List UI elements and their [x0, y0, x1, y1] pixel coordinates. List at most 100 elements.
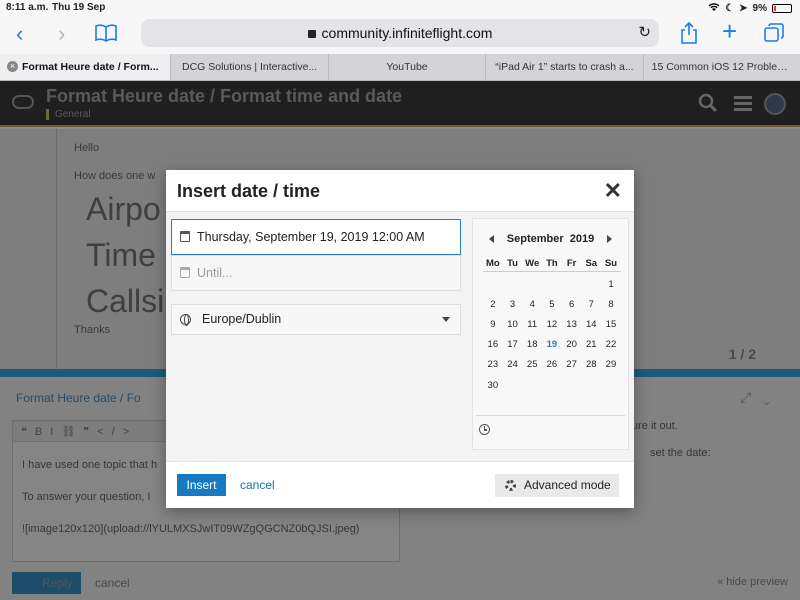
bold-icon[interactable]: B	[35, 426, 50, 438]
forward-icon[interactable]: ›	[58, 22, 65, 46]
calendar-icon	[180, 267, 190, 278]
tab-ios-problems[interactable]: 15 Common iOS 12 Problems...	[642, 54, 800, 80]
code-icon[interactable]: </>	[97, 426, 137, 438]
status-indicators: ☾ ➤ 9%	[708, 2, 792, 15]
tab-label: Format Heure date / Form...	[22, 61, 159, 73]
calendar-day[interactable]: 19	[542, 339, 562, 350]
calendar-day[interactable]: 24	[503, 359, 523, 370]
hide-preview-link[interactable]: « hide preview	[717, 576, 788, 588]
calendar-day[interactable]: 2	[483, 299, 503, 310]
tab-label: “iPad Air 1” starts to crash a...	[495, 61, 634, 73]
timezone-select[interactable]: Europe/Dublin	[171, 304, 461, 335]
calendar-day[interactable]: 26	[542, 359, 562, 370]
calendar-day[interactable]: 10	[503, 319, 523, 330]
tab-youtube[interactable]: YouTube	[327, 54, 485, 80]
advanced-mode-button[interactable]: Advanced mode	[495, 474, 619, 497]
quote-icon[interactable]: ❝	[21, 426, 35, 438]
calendar-day[interactable]: 21	[581, 339, 601, 350]
blockquote-icon[interactable]: ❞	[83, 426, 97, 438]
calendar-day[interactable]: 4	[522, 299, 542, 310]
composer-window-icons[interactable]: ⤢⌄	[740, 389, 782, 406]
calendar-day[interactable]: 18	[522, 339, 542, 350]
calendar-day[interactable]: 14	[581, 319, 601, 330]
insert-button[interactable]: Insert	[177, 474, 226, 496]
new-tab-icon[interactable]: +	[722, 18, 737, 44]
tab-ipad-air[interactable]: “iPad Air 1” starts to crash a...	[485, 54, 642, 80]
from-date-value: Thursday, September 19, 2019 12:00 AM	[197, 230, 425, 244]
calendar-day[interactable]: 7	[581, 299, 601, 310]
calendar-day[interactable]: 28	[581, 359, 601, 370]
calendar-day[interactable]: 23	[483, 359, 503, 370]
italic-icon[interactable]: I	[50, 426, 61, 438]
calendar-day[interactable]: 15	[601, 319, 621, 330]
calendar-icon	[180, 231, 190, 242]
weekday-header-row: Mo Tu We Th Fr Sa Su	[483, 255, 621, 272]
chevron-down-icon	[442, 317, 450, 322]
tab-label: YouTube	[386, 61, 428, 73]
tab-dcg-solutions[interactable]: DCG Solutions | Interactive...	[170, 54, 327, 80]
back-icon[interactable]: ‹	[16, 22, 23, 46]
modal-body: Thursday, September 19, 2019 12:00 AM Un…	[166, 211, 634, 462]
menu-icon[interactable]	[734, 95, 752, 116]
calendar-month: September	[506, 233, 564, 245]
reply-label: Reply	[42, 576, 73, 590]
editor-line-3: ![image120x120](upload://lYULMXSJwIT09WZ…	[22, 523, 360, 535]
calendar-day[interactable]: 8	[601, 299, 621, 310]
editor-line-2: To answer your question, I	[22, 491, 151, 503]
gear-icon	[505, 480, 516, 491]
calendar-day[interactable]: 13	[562, 319, 582, 330]
calendar-day[interactable]: 29	[601, 359, 621, 370]
calendar-week-row: 2345678	[483, 294, 621, 314]
site-logo[interactable]	[12, 95, 34, 109]
calendar-day[interactable]: 25	[522, 359, 542, 370]
calendar-day[interactable]: 3	[503, 299, 523, 310]
search-icon[interactable]	[698, 93, 718, 118]
calendar-day[interactable]: 17	[503, 339, 523, 350]
browser-tabs: × Format Heure date / Form... DCG Soluti…	[0, 54, 800, 81]
reload-icon[interactable]: ↻	[638, 19, 651, 47]
link-icon[interactable]: ⛓	[61, 426, 83, 438]
composer-title: Format Heure date / Fo	[16, 391, 141, 405]
insert-datetime-modal: Insert date / time ✕ Thursday, September…	[166, 170, 634, 508]
address-bar[interactable]: community.infiniteflight.com ↻	[141, 19, 659, 47]
avatar[interactable]	[764, 93, 786, 115]
calendar-grid: Mo Tu We Th Fr Sa Su 1 2 3 4 5 6 7 8 9 10 11 12 13 14 15 16 17 1…	[483, 255, 621, 395]
cancel-button[interactable]: cancel	[240, 478, 275, 492]
reply-button[interactable]: Reply	[12, 572, 81, 594]
calendar-year: 2019	[569, 233, 595, 245]
calendar-day[interactable]: 1	[601, 279, 621, 290]
calendar-day[interactable]: 9	[483, 319, 503, 330]
calendar-day[interactable]: 27	[562, 359, 582, 370]
post-thanks: Thanks	[74, 324, 111, 336]
bookmarks-icon[interactable]	[94, 23, 118, 48]
calendar-day[interactable]: 6	[562, 299, 582, 310]
calendar-week-row: 30	[483, 375, 621, 395]
calendar-day[interactable]: 12	[542, 319, 562, 330]
weekday-label: Mo	[485, 257, 500, 269]
battery-percent: 9%	[752, 3, 767, 14]
close-icon[interactable]: ✕	[604, 178, 622, 204]
until-placeholder: Until...	[197, 266, 233, 280]
status-time: 8:11 a.m.	[6, 2, 49, 13]
calendar-month-year: September 2019	[473, 233, 628, 249]
close-tab-icon[interactable]: ×	[7, 61, 18, 72]
next-month-icon[interactable]	[607, 235, 612, 243]
calendar-day[interactable]: 5	[542, 299, 562, 310]
calendar-day[interactable]: 22	[601, 339, 621, 350]
until-date-input[interactable]: Until...	[171, 255, 461, 291]
preview-line-1: ure it out.	[632, 420, 678, 432]
calendar-day[interactable]: 30	[483, 380, 503, 391]
share-icon[interactable]	[680, 21, 698, 49]
tab-label: 15 Common iOS 12 Problems...	[651, 61, 800, 73]
tab-format-heure[interactable]: × Format Heure date / Form...	[0, 54, 171, 80]
tabs-icon[interactable]	[764, 23, 784, 48]
composer-cancel-link[interactable]: cancel	[95, 576, 130, 590]
status-date: Thu 19 Sep	[52, 2, 106, 13]
calendar-day[interactable]: 16	[483, 339, 503, 350]
calendar-day[interactable]: 20	[562, 339, 582, 350]
from-date-input[interactable]: Thursday, September 19, 2019 12:00 AM	[171, 219, 461, 255]
calendar-day[interactable]: 11	[522, 319, 542, 330]
calendar-week-row: 23 24 25 26 27 28 29	[483, 355, 621, 375]
clock-icon[interactable]	[479, 424, 490, 435]
post-divider	[56, 129, 57, 369]
